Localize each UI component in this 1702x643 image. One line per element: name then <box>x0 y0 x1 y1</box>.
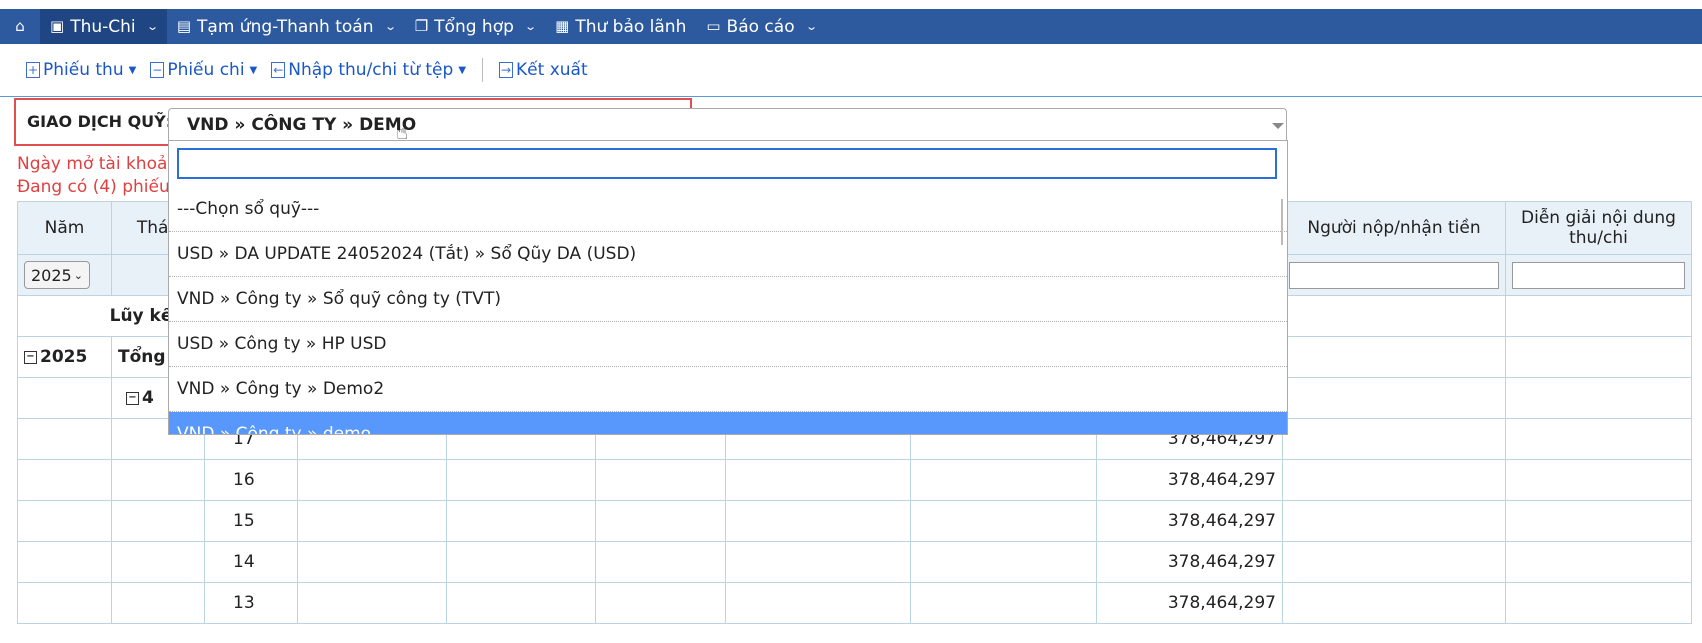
day-cell: 16 <box>204 459 298 501</box>
nav-tam-ung[interactable]: ▤ Tạm ứng-Thanh toán ⌄ <box>167 9 405 44</box>
dropdown-option[interactable]: VND » Công ty » Sổ quỹ công ty (TVT) <box>169 277 1287 322</box>
nav-thu-bao-lanh[interactable]: ▦ Thư bảo lãnh <box>545 9 696 44</box>
export-button[interactable]: → Kết xuất <box>499 60 588 80</box>
dropdown-arrow-icon <box>1272 123 1284 129</box>
dropdown-option-selected[interactable]: VND » Công ty » demo <box>169 412 1287 434</box>
newspaper-icon: ▦ <box>555 17 570 35</box>
dropdown-options: ---Chọn sổ quỹ--- USD » DA UPDATE 240520… <box>169 187 1287 434</box>
fund-label: GIAO DỊCH QUỸ: <box>27 112 173 131</box>
col-nam: Năm <box>17 201 112 255</box>
caret-down-icon: ▼ <box>128 64 137 76</box>
plus-icon: + <box>26 62 40 78</box>
nav-label: Thu-Chi <box>70 16 136 37</box>
nav-label: Báo cáo <box>726 16 795 37</box>
pending-receipts: Đang có (4) phiếu t <box>17 177 182 197</box>
toolbar: + Phiếu thu ▼ − Phiếu chi ▼ ← Nhập thu/chi từ… <box>0 44 1702 97</box>
dropdown-option[interactable]: VND » Công ty » Demo2 <box>169 367 1287 412</box>
dien-giai-filter[interactable] <box>1512 261 1685 289</box>
phieu-chi-label: Phiếu chi <box>167 60 245 80</box>
dropdown-scrollbar[interactable] <box>1281 199 1283 245</box>
table-row: 14 378,464,297 <box>17 541 1692 583</box>
fund-select[interactable]: VND » CÔNG TY » DEMO <box>168 108 1287 141</box>
table-row: 16 378,464,297 <box>17 459 1692 501</box>
year-row-toggle[interactable]: −2025 <box>17 336 112 378</box>
nav-label: Tạm ứng-Thanh toán <box>197 16 374 37</box>
chevron-down-icon: ⌄ <box>524 20 537 33</box>
collapse-icon: − <box>126 391 139 405</box>
month-value: 4 <box>142 388 154 408</box>
table-row: 13 378,464,297 <box>17 582 1692 624</box>
minus-icon: − <box>150 62 165 78</box>
dropdown-search <box>177 148 1287 179</box>
phieu-thu-label: Phiếu thu <box>43 60 124 80</box>
year-filter-value: 2025 <box>31 265 72 285</box>
chevron-down-icon: ⌄ <box>804 20 818 33</box>
home-button[interactable]: ⌂ <box>0 9 40 44</box>
nav-thu-chi[interactable]: ▣ Thu-Chi ⌄ <box>40 9 167 44</box>
fund-dropdown: ---Chọn sổ quỹ--- USD » DA UPDATE 240520… <box>168 140 1288 435</box>
dropdown-option[interactable]: ---Chọn sổ quỹ--- <box>169 187 1287 232</box>
balance-cell: 378,464,297 <box>1096 500 1283 542</box>
chevron-down-icon: ⌄ <box>73 268 83 282</box>
home-icon: ⌂ <box>15 17 25 35</box>
collapse-icon: − <box>24 350 37 364</box>
phieu-thu-button[interactable]: + Phiếu thu ▼ <box>26 60 136 80</box>
chevron-down-icon: ⌄ <box>383 20 397 33</box>
import-button[interactable]: ← Nhập thu/chi từ tệp ▼ <box>271 60 466 80</box>
export-label: Kết xuất <box>516 60 588 80</box>
receipt-icon: ▤ <box>176 17 192 35</box>
phieu-chi-button[interactable]: − Phiếu chi ▼ <box>150 60 257 80</box>
import-label: Nhập thu/chi từ tệp <box>288 60 454 80</box>
year-value: 2025 <box>40 347 88 367</box>
cash-icon: ▣ <box>50 17 65 35</box>
top-nav: ⌂ ▣ Thu-Chi ⌄ ▤ Tạm ứng-Thanh toán ⌄ ❐ Tổng h… <box>0 9 1702 44</box>
nav-label: Thư bảo lãnh <box>575 16 687 37</box>
nav-label: Tổng hợp <box>434 16 514 37</box>
toolbar-divider <box>482 58 484 82</box>
day-cell: 15 <box>204 500 298 542</box>
year-filter-select[interactable]: 2025 ⌄ <box>24 261 90 289</box>
dropdown-option[interactable]: USD » DA UPDATE 24052024 (Tắt) » Sổ Qũy … <box>169 232 1287 277</box>
dropdown-search-input[interactable] <box>179 150 1287 177</box>
chevron-down-icon: ⌄ <box>145 20 159 33</box>
balance-cell: 378,464,297 <box>1096 582 1283 624</box>
export-icon: → <box>499 62 514 78</box>
table-row: 15 378,464,297 <box>17 500 1692 542</box>
nguoi-nop-filter[interactable] <box>1289 261 1499 289</box>
balance-cell: 378,464,297 <box>1096 459 1283 501</box>
import-icon: ← <box>271 62 286 78</box>
col-nguoi-nop: Người nộp/nhận tiền <box>1282 201 1506 255</box>
dropdown-option[interactable]: USD » Công ty » HP USD <box>169 322 1287 367</box>
day-cell: 14 <box>204 541 298 583</box>
balance-cell: 378,464,297 <box>1096 541 1283 583</box>
copy-icon: ❐ <box>414 17 429 35</box>
nav-bao-cao[interactable]: ▭ Báo cáo ⌄ <box>696 9 825 44</box>
day-cell: 13 <box>204 582 298 624</box>
col-dien-giai: Diễn giải nội dung thu/chi <box>1505 201 1692 255</box>
account-open-date: Ngày mở tài khoản <box>17 154 179 174</box>
caret-down-icon: ▼ <box>249 64 258 76</box>
fund-selected-value: VND » CÔNG TY » DEMO <box>187 115 417 135</box>
monitor-icon: ▭ <box>706 17 721 35</box>
caret-down-icon: ▼ <box>458 64 467 76</box>
nav-tong-hop[interactable]: ❐ Tổng hợp ⌄ <box>405 9 545 44</box>
